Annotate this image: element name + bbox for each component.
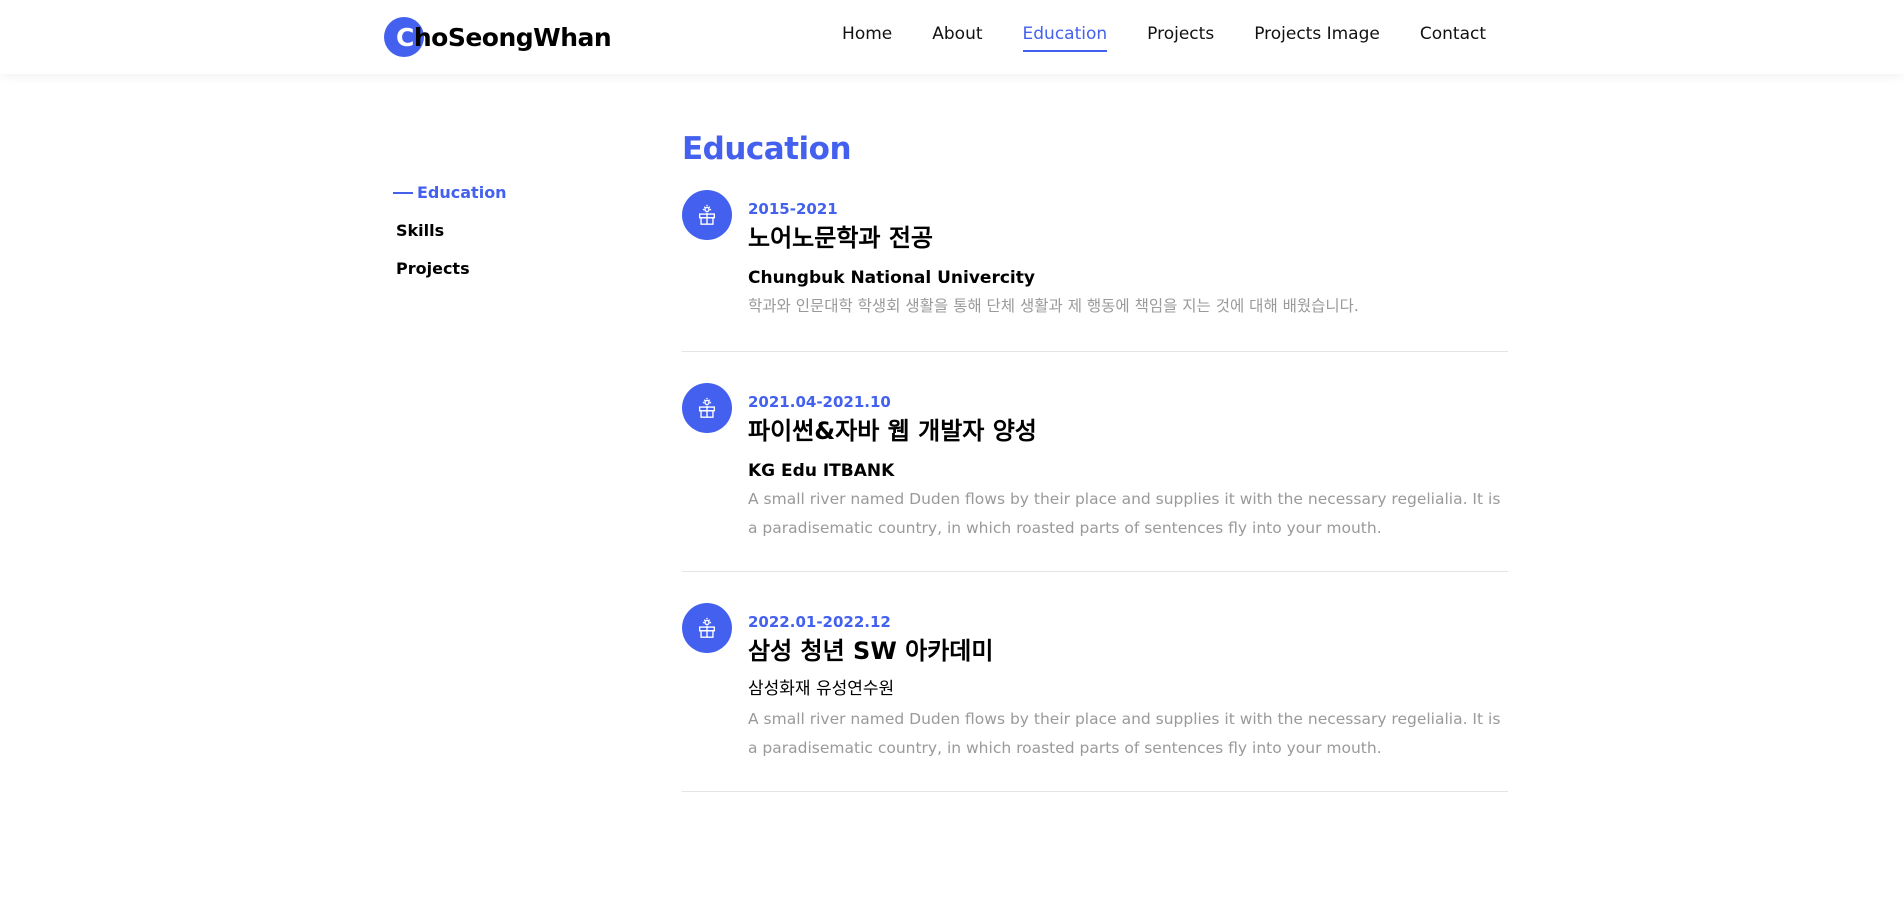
entry-body: 2015-2021 노어노문학과 전공 Chungbuk National Un…	[748, 190, 1508, 321]
nav-link-education[interactable]: Education	[1022, 24, 1107, 52]
education-entry: 2021.04-2021.10 파이썬&자바 웹 개발자 양성 KG Edu I…	[682, 383, 1508, 572]
section-sidebar: Education Skills Projects	[393, 182, 507, 296]
entry-date: 2022.01-2022.12	[748, 613, 891, 631]
entry-body: 2022.01-2022.12 삼성 청년 SW 아카데미 삼성화재 유성연수원…	[748, 603, 1508, 763]
entry-title: 노어노문학과 전공	[748, 224, 933, 252]
nav-link-contact[interactable]: Contact	[1420, 24, 1486, 50]
education-entry: 2022.01-2022.12 삼성 청년 SW 아카데미 삼성화재 유성연수원…	[682, 603, 1508, 792]
entry-date: 2015-2021	[748, 200, 838, 218]
nav-link-projects-image[interactable]: Projects Image	[1254, 24, 1380, 50]
sidebar-item-education[interactable]: Education	[393, 182, 507, 220]
brand-first-letter: C	[396, 22, 414, 52]
brand-name: ChoSeongWhan	[396, 22, 612, 52]
entry-title: 파이썬&자바 웹 개발자 양성	[748, 417, 1037, 445]
education-icon	[682, 383, 732, 433]
sidebar-item-skills[interactable]: Skills	[393, 220, 507, 258]
active-dash-icon	[393, 192, 413, 194]
entry-description: A small river named Duden flows by their…	[748, 490, 1501, 537]
nav-link-home[interactable]: Home	[842, 24, 892, 50]
education-entry: 2015-2021 노어노문학과 전공 Chungbuk National Un…	[682, 190, 1508, 352]
entry-organization: Chungbuk National Univercity	[748, 268, 1035, 288]
entry-organization: 삼성화재 유성연수원	[748, 679, 895, 699]
page-title: Education	[682, 131, 852, 167]
navbar: ChoSeongWhan Home About Education Projec…	[0, 0, 1904, 74]
entry-description: A small river named Duden flows by their…	[748, 710, 1501, 757]
brand-logo[interactable]: ChoSeongWhan	[384, 17, 612, 57]
nav-link-projects[interactable]: Projects	[1147, 24, 1214, 50]
sidebar-item-label: Projects	[396, 259, 470, 278]
entry-description: 학과와 인문대학 학생회 생활을 통해 단체 생활과 제 행동에 책임을 지는 …	[748, 297, 1359, 315]
entry-body: 2021.04-2021.10 파이썬&자바 웹 개발자 양성 KG Edu I…	[748, 383, 1508, 543]
entry-date: 2021.04-2021.10	[748, 393, 891, 411]
entry-organization: KG Edu ITBANK	[748, 461, 895, 481]
sidebar-item-projects[interactable]: Projects	[393, 258, 507, 296]
sidebar-item-label: Education	[417, 183, 507, 202]
nav-link-about[interactable]: About	[932, 24, 982, 50]
education-icon	[682, 603, 732, 653]
sidebar-item-label: Skills	[396, 221, 445, 240]
nav-links: Home About Education Projects Projects I…	[802, 24, 1486, 52]
brand-rest: hoSeongWhan	[413, 22, 612, 52]
education-section: Education 2015-2021 노어노문학과 전공 Chungbuk N…	[682, 126, 1508, 792]
entry-title: 삼성 청년 SW 아카데미	[748, 637, 994, 665]
education-icon	[682, 190, 732, 240]
